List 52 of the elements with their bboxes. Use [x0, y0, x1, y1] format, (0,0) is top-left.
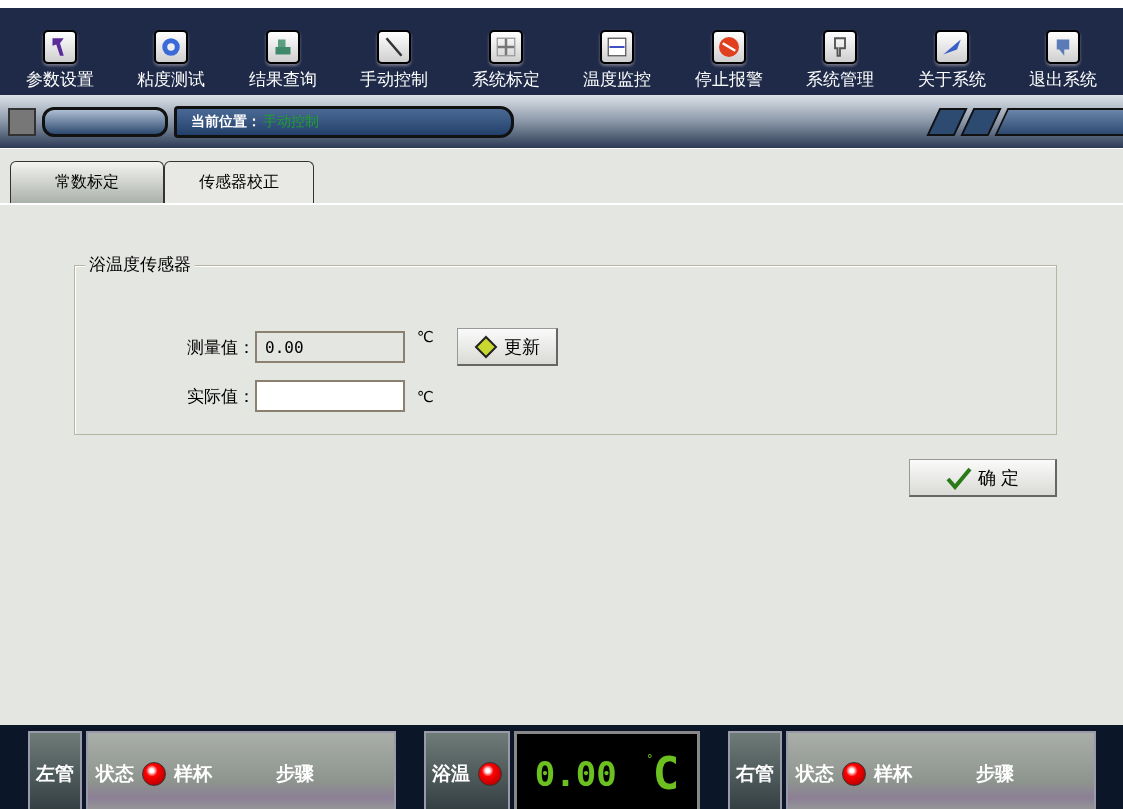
toolbar-button[interactable]: 结果查询 — [248, 30, 317, 91]
toolbar-tile-icon — [377, 30, 412, 64]
refresh-button[interactable]: 更新 — [457, 328, 558, 366]
status-lamp-icon — [842, 761, 866, 786]
temperature-reading: 0.00 — [534, 753, 617, 794]
toolbar-button[interactable]: 系统标定 — [471, 30, 540, 91]
field-label: 实际值： — [186, 384, 255, 408]
toolbar-button[interactable]: 系统管理 — [806, 30, 875, 91]
toolbar-button[interactable]: 手动控制 — [360, 30, 429, 91]
status-lamp-icon — [478, 761, 502, 786]
logo-icon — [8, 107, 36, 136]
toolbar-tile-icon — [42, 30, 77, 64]
checkmark-icon — [945, 465, 972, 490]
group-title: 浴温度传感器 — [85, 253, 195, 276]
tab[interactable]: 传感器校正 — [164, 161, 314, 203]
toolbar-tile-icon — [711, 30, 746, 64]
toolbar-tile-icon — [488, 30, 523, 64]
cup-label: 样杯 — [874, 761, 912, 786]
status-lamp-icon — [142, 761, 166, 786]
degree-sign: ° — [646, 752, 653, 766]
toolbar-button[interactable]: 关于系统 — [917, 30, 986, 91]
toolbar-button[interactable]: 退出系统 — [1029, 30, 1098, 91]
location-label: 当前位置： — [191, 112, 261, 131]
status-label: 状态 — [96, 761, 134, 786]
toolbar-tile-icon — [934, 30, 969, 64]
toolbar-tile-icon — [1046, 30, 1081, 64]
toolbar-tile-icon — [265, 30, 300, 64]
field-label: 测量值： — [186, 335, 255, 359]
toolbar-button[interactable]: 参数设置 — [25, 30, 94, 91]
toolbar-tile-icon — [823, 30, 858, 64]
toolbar-tile-icon — [154, 30, 189, 64]
status-label: 状态 — [796, 761, 834, 786]
header-stripe-drawing — [960, 107, 1002, 136]
step-label: 步骤 — [976, 761, 1014, 786]
unit-label: ℃ — [417, 388, 435, 406]
actual-value-field[interactable] — [255, 380, 405, 412]
bath-label: 浴温 — [432, 761, 470, 786]
location-value: 手动控制 — [263, 112, 319, 131]
toolbar-button[interactable]: 温度监控 — [583, 30, 652, 91]
confirm-button[interactable]: 确 定 — [909, 459, 1057, 497]
toolbar-button[interactable]: 粘度测试 — [137, 30, 206, 91]
tab[interactable]: 常数标定 — [10, 161, 164, 203]
header-stripe-drawing — [926, 107, 968, 136]
cup-label: 样杯 — [174, 761, 212, 786]
diamond-icon — [474, 334, 498, 359]
step-label: 步骤 — [276, 761, 314, 786]
tube-label: 左管 — [28, 731, 82, 809]
tube-label: 右管 — [728, 731, 782, 809]
temperature-unit: C — [652, 748, 680, 799]
toolbar-button[interactable]: 停止报警 — [694, 30, 763, 91]
unit-label: ℃ — [417, 328, 435, 346]
toolbar-tile-icon — [600, 30, 635, 64]
